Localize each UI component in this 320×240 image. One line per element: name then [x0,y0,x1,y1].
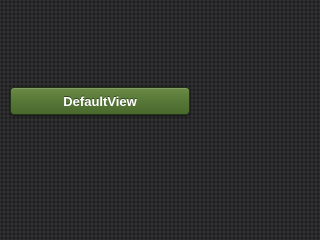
default-view-button[interactable]: DefaultView [10,87,190,115]
app-background: { "button": { "label": "DefaultView" }, … [0,0,200,200]
default-view-button-label: DefaultView [63,93,137,109]
